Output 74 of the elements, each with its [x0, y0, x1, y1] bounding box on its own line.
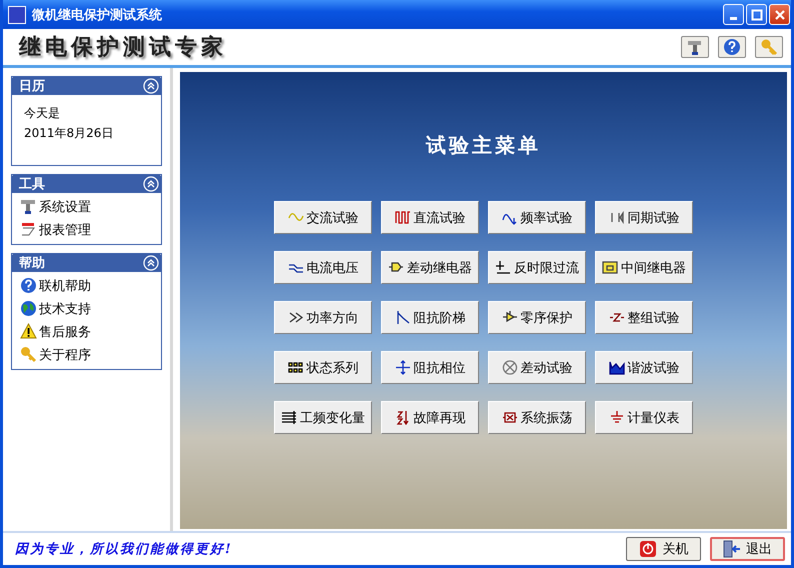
- key-icon: [20, 346, 37, 363]
- slogan-text: 因为专业，所以我们能做得更好!: [15, 541, 233, 558]
- exit-button[interactable]: 退出: [710, 537, 785, 561]
- ground-icon: [608, 410, 624, 425]
- panel-title: 帮助: [19, 254, 45, 272]
- report-icon: [20, 221, 37, 238]
- minimize-button[interactable]: [723, 4, 744, 25]
- calendar-text: 2011年8月26日: [24, 125, 114, 142]
- hammer-icon: [686, 38, 704, 56]
- exit-door-icon: [723, 540, 741, 558]
- test-menu-button[interactable]: 状态系列: [274, 351, 372, 384]
- test-menu-button[interactable]: 系统振荡: [488, 401, 586, 434]
- square-wave-icon: [394, 210, 410, 225]
- sidebar-item[interactable]: 报表管理: [20, 218, 161, 241]
- key-icon: [760, 38, 778, 56]
- calendar-text: 今天是: [24, 105, 61, 122]
- inverse-curve-icon: [495, 260, 511, 275]
- triangle-icon: [502, 310, 518, 325]
- maximize-button[interactable]: [746, 4, 767, 25]
- sidebar-item[interactable]: 关于程序: [20, 343, 161, 366]
- area-chart-icon: [608, 360, 624, 375]
- collapse-icon[interactable]: [143, 78, 159, 94]
- panel-title: 工具: [19, 176, 45, 192]
- warning-icon: [20, 323, 37, 340]
- minimize-icon: [730, 17, 737, 20]
- tools-button[interactable]: [681, 36, 709, 58]
- panel-title: 日历: [19, 78, 45, 94]
- stacked-lines-icon: [281, 410, 297, 425]
- relay-box-icon: [602, 260, 618, 275]
- sidebar-item[interactable]: 联机帮助: [20, 274, 161, 297]
- globe-icon: [20, 300, 37, 317]
- test-menu-button[interactable]: 功率方向: [274, 301, 372, 334]
- app-icon: [8, 6, 26, 24]
- test-menu-button[interactable]: 计量仪表: [595, 401, 693, 434]
- test-menu-button[interactable]: 同期试验: [595, 201, 693, 234]
- test-menu-button[interactable]: 零序保护: [488, 301, 586, 334]
- test-menu-button[interactable]: 交流试验: [274, 201, 372, 234]
- test-menu-button[interactable]: 反时限过流: [488, 251, 586, 284]
- key-button[interactable]: [755, 36, 783, 58]
- shutdown-button[interactable]: 关机: [626, 537, 701, 561]
- test-menu-button[interactable]: 直流试验: [381, 201, 479, 234]
- close-button[interactable]: [769, 4, 790, 25]
- test-menu-button[interactable]: 电流电压: [274, 251, 372, 284]
- help-icon: [20, 277, 37, 294]
- test-menu-button[interactable]: 差动继电器: [381, 251, 479, 284]
- logo-text: 继电保护测试专家: [19, 33, 227, 62]
- crosshair-icon: [394, 360, 410, 375]
- test-menu-button[interactable]: 谐波试验: [595, 351, 693, 384]
- test-menu-button[interactable]: 阻抗相位: [381, 351, 479, 384]
- collapse-icon[interactable]: [143, 254, 159, 270]
- direction-icon: [288, 310, 304, 325]
- test-menu-button[interactable]: 工频变化量: [274, 401, 372, 434]
- menu-title: 试验主菜单: [426, 132, 541, 159]
- grid-dots-icon: [288, 360, 304, 375]
- close-icon: [774, 8, 786, 20]
- help-icon: [723, 38, 741, 56]
- hammer-icon: [20, 198, 37, 215]
- oscillation-icon: [502, 410, 518, 425]
- test-menu-button[interactable]: 阻抗阶梯: [381, 301, 479, 334]
- collapse-icon[interactable]: [143, 176, 159, 192]
- test-menu-button[interactable]: 中间继电器: [595, 251, 693, 284]
- test-menu-button[interactable]: 频率试验: [488, 201, 586, 234]
- impedance-step-icon: [394, 310, 410, 325]
- test-menu-button[interactable]: 整组试验: [595, 301, 693, 334]
- maximize-icon: [750, 8, 762, 20]
- sidebar-item[interactable]: 售后服务: [20, 320, 161, 343]
- sync-icon: [608, 210, 624, 225]
- power-icon: [638, 540, 657, 558]
- sidebar-item[interactable]: 技术支持: [20, 297, 161, 320]
- sidebar-item[interactable]: 系统设置: [20, 195, 161, 218]
- help-button[interactable]: [718, 36, 746, 58]
- test-menu-button[interactable]: 故障再现: [381, 401, 479, 434]
- test-menu-button[interactable]: 差动试验: [488, 351, 586, 384]
- window-title: 微机继电保护测试系统: [32, 6, 163, 24]
